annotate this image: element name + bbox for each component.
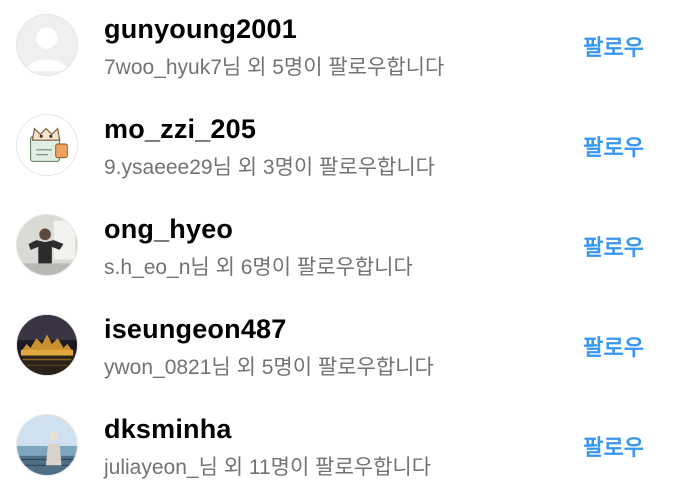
night-city-avatar (17, 315, 77, 375)
mutual-followers-text: juliayeon_님 외 11명이 팔로우합니다 (104, 456, 432, 479)
suggested-accounts-list: gunyoung2001 7woo_hyuk7님 외 5명이 팔로우합니다 팔로… (0, 0, 676, 502)
follow-button[interactable]: 팔로우 (583, 30, 644, 62)
avatar[interactable] (16, 314, 78, 376)
follow-button[interactable]: 팔로우 (583, 430, 644, 462)
follow-button[interactable]: 팔로우 (583, 130, 644, 162)
cartoon-cat-avatar (17, 115, 77, 175)
list-item[interactable]: mo_zzi_205 9.ysaeee29님 외 3명이 팔로우합니다 팔로우 (0, 100, 676, 200)
mutual-followers-text: 7woo_hyuk7님 외 5명이 팔로우합니다 (104, 56, 445, 79)
avatar[interactable] (16, 414, 78, 476)
follow-button[interactable]: 팔로우 (583, 230, 644, 262)
mutual-followers-text: ywon_0821님 외 5명이 팔로우합니다 (104, 356, 434, 379)
username[interactable]: dksminha (104, 414, 232, 445)
username[interactable]: iseungeon487 (104, 314, 286, 345)
follow-button[interactable]: 팔로우 (583, 330, 644, 362)
list-item[interactable]: dksminha juliayeon_님 외 11명이 팔로우합니다 팔로우 (0, 400, 676, 500)
default-avatar-icon (17, 15, 77, 75)
mutual-followers-text: 9.ysaeee29님 외 3명이 팔로우합니다 (104, 156, 435, 179)
avatar[interactable] (16, 214, 78, 276)
mutual-followers-text: s.h_eo_n님 외 6명이 팔로우합니다 (104, 256, 413, 279)
avatar[interactable] (16, 14, 78, 76)
list-item[interactable]: ong_hyeo s.h_eo_n님 외 6명이 팔로우합니다 팔로우 (0, 200, 676, 300)
list-item[interactable]: iseungeon487 ywon_0821님 외 5명이 팔로우합니다 팔로우 (0, 300, 676, 400)
person-photo-avatar (17, 215, 77, 275)
username[interactable]: gunyoung2001 (104, 14, 297, 45)
avatar[interactable] (16, 114, 78, 176)
list-item[interactable]: gunyoung2001 7woo_hyuk7님 외 5명이 팔로우합니다 팔로… (0, 0, 676, 100)
seaside-photo-avatar (17, 415, 77, 475)
username[interactable]: mo_zzi_205 (104, 114, 256, 145)
username[interactable]: ong_hyeo (104, 214, 233, 245)
